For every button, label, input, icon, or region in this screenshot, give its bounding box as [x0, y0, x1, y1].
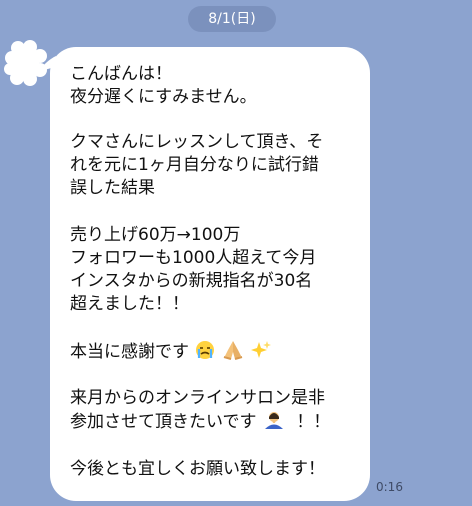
message-line-10-text: 本当に感謝です	[70, 342, 189, 362]
message-line-3: クマさんにレッスンして頂き、そ	[70, 132, 324, 152]
message-line-1: こんばんは！	[70, 64, 172, 84]
message-line-13: 今後とも宜しくお願い致します！	[70, 459, 325, 479]
message-line-10: 本当に感謝です	[70, 340, 272, 363]
message-line-12: 参加させて頂きたいです ！！	[70, 410, 330, 433]
message-line-7: フォロワーも1000人超えて今月	[70, 248, 317, 268]
sparkles-icon	[251, 341, 272, 358]
message-line-12-exclamations: ！！	[296, 412, 331, 432]
message-line-12-text: 参加させて頂きたいです	[70, 412, 257, 432]
message-line-5: 誤した結果	[70, 178, 155, 198]
message-line-2: 夜分遅くにすみません。	[70, 87, 257, 107]
bowing-person-icon	[264, 412, 283, 429]
date-separator: 8/1(日)	[188, 6, 276, 32]
message-line-11: 来月からのオンラインサロン是非	[70, 388, 325, 408]
message-line-8: インスタからの新規指名が30名	[70, 271, 313, 291]
message-line-9: 超えました！！	[70, 294, 189, 314]
message-time: 0:16	[376, 480, 403, 494]
message-line-4: れを元に1ヶ月自分なりに試行錯	[70, 155, 319, 175]
message-line-6: 売り上げ60万→100万	[70, 225, 241, 245]
crying-face-icon	[196, 341, 215, 359]
folded-hands-icon	[223, 341, 243, 360]
